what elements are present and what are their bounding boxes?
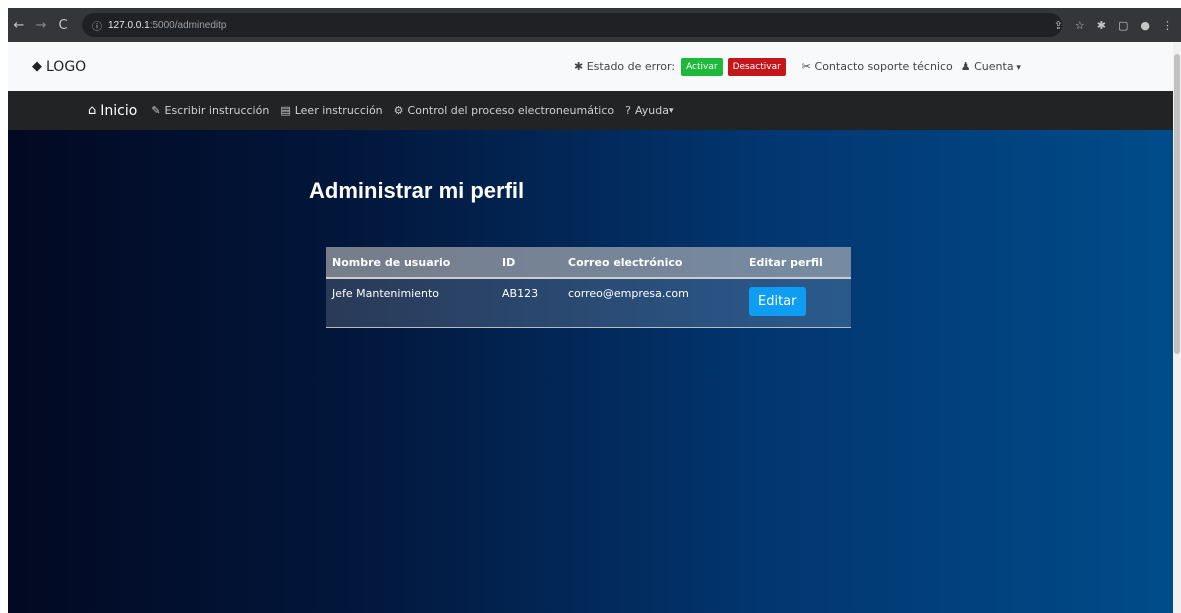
file-icon: ▤ <box>280 104 291 117</box>
main-content: Administrar mi perfil Nombre de usuario … <box>8 130 1173 613</box>
extensions-icon[interactable]: ✱ <box>1097 19 1106 32</box>
edit-icon: ✎ <box>151 104 161 117</box>
browser-actions: ⇪ ☆ ✱ ▢ ● ⋮ <box>1054 8 1173 42</box>
brand-label: LOGO <box>46 58 87 75</box>
header-username: Nombre de usuario <box>326 247 496 279</box>
table-row: Jefe Mantenimiento AB123 correo@empresa.… <box>326 278 851 328</box>
nav-write-instruction[interactable]: ✎ Escribir instrucción <box>151 104 269 117</box>
reload-icon[interactable]: C <box>52 18 74 33</box>
edit-profile-button[interactable]: Editar <box>749 287 806 316</box>
cell-action: Editar <box>743 278 851 328</box>
error-state-label: Estado de error: <box>586 60 676 73</box>
nav-write-label: Escribir instrucción <box>164 104 270 117</box>
url-host: 127.0.0.1 <box>108 19 150 31</box>
header-email: Correo electrónico <box>562 247 743 279</box>
question-icon: ? <box>625 104 631 117</box>
cell-email: correo@empresa.com <box>562 278 743 328</box>
profile-icon[interactable]: ● <box>1140 19 1150 32</box>
main-navbar: ⌂ Inicio ✎ Escribir instrucción ▤ Leer i… <box>8 91 1173 130</box>
user-icon: ♟ <box>960 60 975 73</box>
menu-icon[interactable]: ⋮ <box>1162 19 1173 32</box>
page-scrollbar[interactable] <box>1173 42 1181 613</box>
header-edit-profile: Editar perfil <box>743 247 851 279</box>
nav-home-label: Inicio <box>100 102 138 119</box>
scrollbar-thumb[interactable] <box>1174 54 1180 354</box>
bug-icon: ✱ <box>574 60 587 73</box>
activate-button[interactable]: Activar <box>681 57 723 76</box>
nav-home[interactable]: ⌂ Inicio <box>88 103 137 119</box>
deactivate-button[interactable]: Desactivar <box>727 57 786 76</box>
nav-help-dropdown[interactable]: ? Ayuda <box>625 104 673 117</box>
app-topbar: ◆ LOGO ✱ Estado de error: Activar Desact… <box>8 42 1173 91</box>
share-icon[interactable]: ⇪ <box>1054 19 1063 32</box>
nav-read-label: Leer instrucción <box>294 104 383 117</box>
support-link[interactable]: Contacto soporte técnico <box>815 60 953 73</box>
nav-control-label: Control del proceso electroneumático <box>407 104 615 117</box>
profile-table: Nombre de usuario ID Correo electrónico … <box>326 247 851 328</box>
gears-icon: ⚙ <box>393 104 404 117</box>
home-icon: ⌂ <box>88 103 97 118</box>
account-dropdown[interactable]: Cuenta <box>974 60 1021 73</box>
nav-read-instruction[interactable]: ▤ Leer instrucción <box>280 104 382 117</box>
url-path: :5000/admineditp <box>149 19 227 31</box>
topbar-actions: ✱ Estado de error: Activar Desactivar ✂ … <box>574 42 1021 91</box>
nav-process-control[interactable]: ⚙ Control del proceso electroneumático <box>394 104 614 117</box>
side-panel-icon[interactable]: ▢ <box>1118 19 1128 32</box>
python-logo-icon: ◆ <box>32 59 42 74</box>
page-title: Administrar mi perfil <box>309 178 525 203</box>
brand[interactable]: ◆ LOGO <box>32 59 86 75</box>
bookmark-star-icon[interactable]: ☆ <box>1075 19 1085 32</box>
cell-username: Jefe Mantenimiento <box>326 278 496 328</box>
nav-help-label: Ayuda <box>634 104 669 117</box>
table-header-row: Nombre de usuario ID Correo electrónico … <box>326 247 851 279</box>
profile-table-container: Nombre de usuario ID Correo electrónico … <box>326 247 851 328</box>
forward-icon[interactable]: → <box>30 18 52 33</box>
cell-id: AB123 <box>496 278 562 328</box>
tools-icon: ✂ <box>801 60 815 73</box>
browser-toolbar: ← → C ⓘ 127.0.0.1:5000/admineditp ⇪ ☆ ✱ … <box>8 8 1181 42</box>
back-icon[interactable]: ← <box>8 18 30 33</box>
address-bar[interactable]: ⓘ 127.0.0.1:5000/admineditp <box>82 13 1062 37</box>
site-info-icon[interactable]: ⓘ <box>92 18 102 33</box>
header-id: ID <box>496 247 562 279</box>
